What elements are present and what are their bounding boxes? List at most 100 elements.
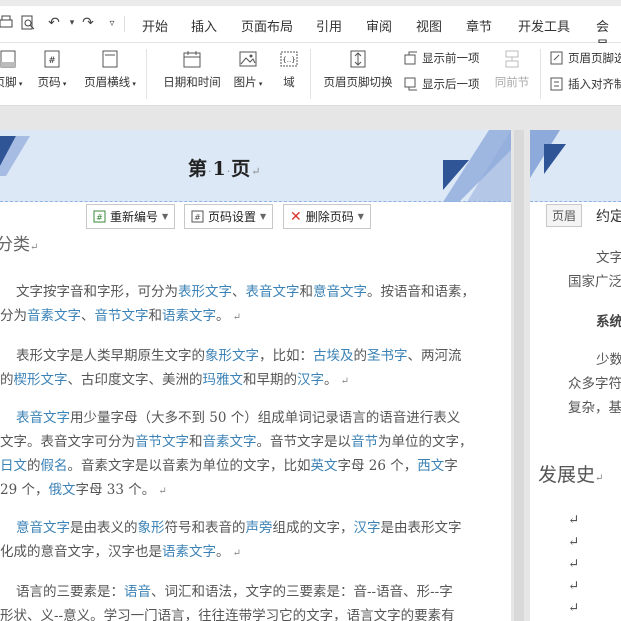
print-preview-icon[interactable] [18, 13, 38, 33]
chevron-down-icon: ▼ [162, 212, 169, 221]
tab-chapter[interactable]: 章节 [466, 16, 492, 35]
header-corner-decoration-left [530, 130, 566, 178]
show-previous-button[interactable]: 显示前一项 [404, 50, 480, 66]
paragraph-line: 文字。表音文字可分为音节文字和音素文字。音节文字是以音节为单位的文字， [0, 434, 473, 450]
page-number-settings-label: 页码设置 [208, 210, 257, 224]
paragraph-line: 意音文字是由表义的象形符号和表音的声旁组成的文字，汉字是由表形文字 [16, 520, 462, 536]
renumber-button[interactable]: # 重新编号 ▼ [86, 204, 176, 229]
paragraph-line: 国家广泛 [568, 274, 621, 290]
svg-text:#: # [194, 213, 201, 222]
show-previous-icon [404, 51, 417, 65]
show-next-icon [404, 77, 417, 91]
insert-align-tab-button[interactable]: 插入对齐制 [550, 76, 621, 92]
footer-label: 页脚 [0, 75, 17, 89]
field-button[interactable]: {..} 域 [276, 49, 302, 90]
delete-page-number-label: 删除页码 [305, 210, 354, 224]
renumber-icon: # [93, 210, 106, 223]
page-title-prefix: 第 [188, 158, 209, 180]
picture-button[interactable]: 图片 ▾ [230, 49, 266, 90]
page-header-area[interactable]: 第·1·页↵ [0, 130, 511, 202]
date-time-label: 日期和时间 [163, 75, 221, 89]
undo-icon[interactable]: ↶ [44, 13, 64, 33]
same-as-previous-button[interactable]: 同前节 [492, 49, 532, 90]
delete-x-icon: ✕ [290, 208, 302, 225]
delete-page-number-button[interactable]: ✕ 删除页码 ▼ [283, 204, 371, 229]
page-number-button[interactable]: # 页码 ▾ [34, 49, 70, 90]
insert-align-tab-icon [550, 77, 563, 91]
header-boundary-line [0, 201, 511, 202]
section-heading-history: 发展史↵ [538, 464, 604, 486]
header-corner-decoration-left [0, 136, 30, 176]
tab-review[interactable]: 审阅 [366, 16, 392, 35]
date-time-button[interactable]: 日期和时间 [159, 49, 225, 90]
tab-developer-tools[interactable]: 开发工具 [518, 16, 570, 35]
paragraph-line: 系统 [596, 314, 621, 330]
same-as-previous-icon [502, 49, 522, 69]
field-icon: {..} [279, 49, 299, 69]
page-number-title: 第·1·页↵ [188, 158, 262, 180]
page-number-label: 页码 [37, 75, 61, 89]
footer-icon [0, 49, 18, 69]
heading-text: 发展史 [538, 464, 596, 486]
header-label-tag: 页眉 [546, 204, 583, 227]
switch-header-footer-button[interactable]: 页眉页脚切换 [320, 49, 396, 90]
ribbon-divider [146, 49, 147, 99]
show-next-button[interactable]: 显示后一项 [404, 76, 480, 92]
footer-button[interactable]: 页脚 ▾ [0, 49, 26, 90]
page-number-settings-button[interactable]: # 页码设置 ▼ [184, 204, 274, 229]
header-line-button[interactable]: 页眉横线 ▾ [80, 49, 140, 90]
svg-text:{..}: {..} [282, 56, 295, 64]
ribbon-divider [540, 49, 541, 99]
paragraph-mark: ↵ [568, 600, 580, 616]
paragraph-line: 语言的三要素是：语音、词汇和语法，文字的三要素是：音--语音、形--字 [16, 584, 453, 600]
chevron-down-icon: ▼ [260, 212, 267, 221]
svg-text:#: # [96, 213, 103, 222]
menu-bar: ↶ ▾ ↷ ▿ 开始 插入 页面布局 引用 审阅 视图 章节 开发工具 会员 [0, 6, 621, 54]
page-gap-scroll-area [514, 130, 524, 621]
redo-icon[interactable]: ↷ [78, 13, 98, 33]
paragraph-line: 文字 [596, 250, 621, 266]
header-footer-options-button[interactable]: 页眉页脚选 [550, 50, 621, 66]
tab-references[interactable]: 引用 [316, 16, 342, 35]
ribbon-divider [310, 49, 311, 99]
paragraph-line: 化成的意音文字，汉字也是语素文字。 ↵ [0, 544, 242, 560]
same-as-previous-label: 同前节 [494, 75, 530, 89]
paragraph-mark: ↵ [568, 534, 580, 550]
paragraph-line: 29 个，俄文字母 33 个。 ↵ [0, 482, 167, 498]
tab-view[interactable]: 视图 [416, 16, 442, 35]
field-label: 域 [283, 75, 295, 89]
print-icon[interactable] [0, 13, 16, 33]
heading-text: 分类 [0, 235, 30, 255]
header-corner-decoration-right [443, 130, 511, 202]
page-2-header-area[interactable] [530, 130, 621, 202]
switch-header-footer-label: 页眉页脚切换 [323, 75, 393, 89]
paragraph-line: 形状、义--意义。学习一门语言，往往连带学习它的文字，语言文字的要素有 [0, 608, 455, 621]
header-footer-options-label: 页眉页脚选 [568, 51, 621, 65]
tab-home[interactable]: 开始 [142, 16, 168, 35]
customize-quick-access-icon[interactable]: ▿ [102, 13, 122, 33]
header-text: 约定 [596, 209, 621, 225]
tab-page-layout[interactable]: 页面布局 [241, 16, 293, 35]
paragraph-line: 表音文字用少量字母（大多不到 50 个）组成单词记录语言的语音进行表义 [16, 410, 461, 426]
document-page-1[interactable]: 第·1·页↵ # 重新编号 ▼ # 页码设置 ▼ ✕ 删除页码 ▼ 分类↵ 文字按字音… [0, 130, 511, 621]
paragraph-line: 复杂，基 [568, 400, 621, 416]
paragraph-line: 少数 [596, 352, 621, 368]
page-number-icon: # [42, 49, 62, 69]
header-line-icon [100, 49, 120, 69]
section-heading-classification: 分类↵ [0, 230, 38, 255]
document-page-2[interactable]: 页眉 约定 文字 国家广泛 系统 少数 众多字符 复杂，基 发展史↵ ↵ ↵ ↵… [530, 130, 621, 621]
paragraph-mark: ↵ [568, 556, 580, 572]
calendar-icon [182, 49, 202, 69]
svg-text:#: # [48, 56, 56, 66]
paragraph-line: 表形文字是人类早期原生文字的象形文字，比如：古埃及的圣书字、两河流 [16, 348, 462, 364]
chevron-down-icon: ▼ [357, 212, 364, 221]
insert-align-tab-label: 插入对齐制 [568, 77, 621, 91]
paragraph-line: 众多字符 [568, 376, 621, 392]
page-title-suffix: 页 [231, 158, 252, 180]
header-boundary-line [530, 201, 621, 202]
tab-insert[interactable]: 插入 [191, 16, 217, 35]
switch-header-footer-icon [348, 49, 368, 69]
picture-label: 图片 [233, 75, 257, 89]
menu-divider [124, 16, 125, 32]
paragraph-mark: ↵ [568, 512, 580, 528]
